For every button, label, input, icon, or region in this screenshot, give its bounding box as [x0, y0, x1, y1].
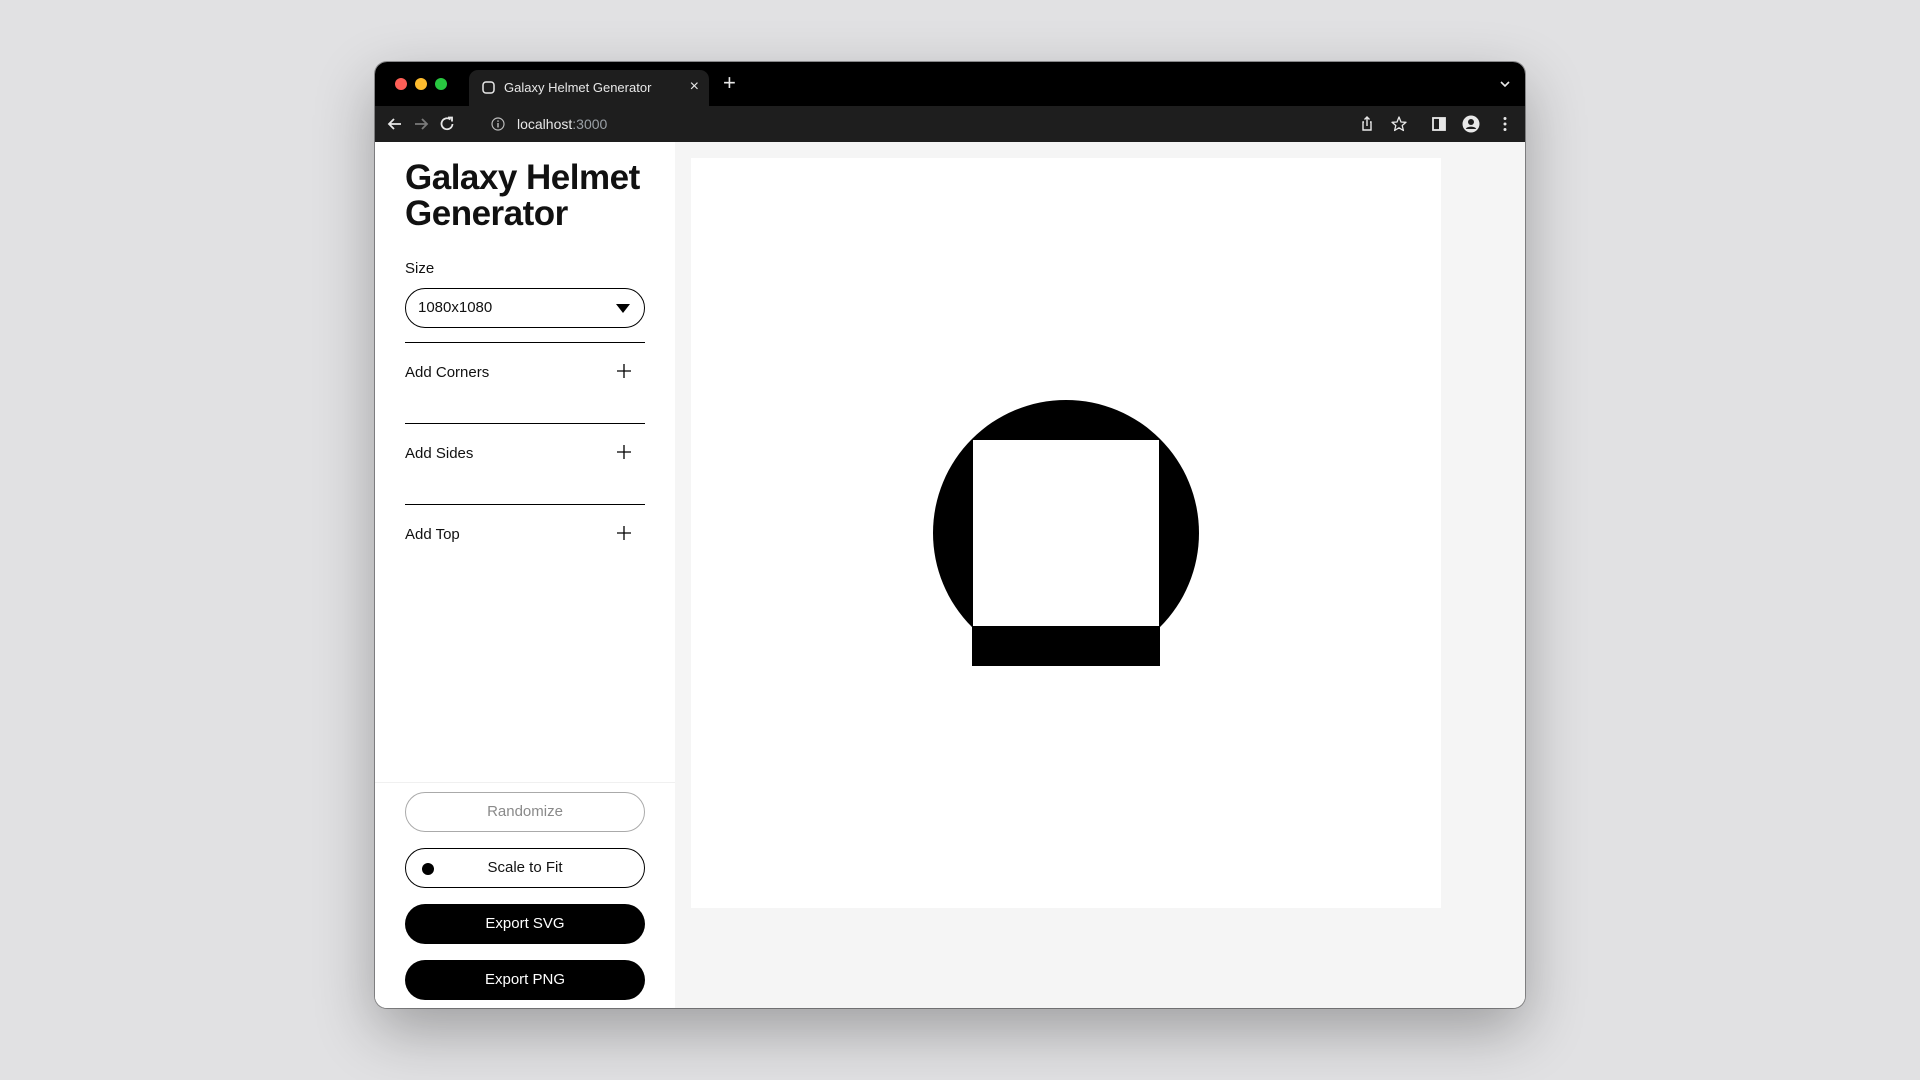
randomize-button[interactable]: Randomize — [405, 792, 645, 832]
add-top-label: Add Top — [405, 526, 460, 543]
helmet-preview — [933, 400, 1199, 666]
new-tab-button[interactable]: + — [723, 71, 736, 95]
add-corners-label: Add Corners — [405, 364, 490, 381]
share-icon[interactable] — [1357, 114, 1377, 134]
toggle-indicator — [422, 863, 434, 875]
star-icon[interactable] — [1389, 114, 1409, 134]
add-sides-label: Add Sides — [405, 445, 474, 462]
close-window-button[interactable] — [395, 78, 407, 90]
forward-arrow-icon[interactable] — [411, 114, 431, 134]
chevron-down-icon[interactable] — [1499, 78, 1511, 90]
add-sides-toggle[interactable]: Add Sides — [405, 423, 645, 483]
maximize-window-button[interactable] — [435, 78, 447, 90]
helmet-base — [972, 626, 1160, 666]
browser-toolbar: localhost:3000 — [375, 106, 1525, 142]
size-select[interactable]: 1080x1080 — [405, 288, 645, 328]
url-port: :3000 — [572, 116, 608, 132]
favicon-icon — [482, 81, 495, 94]
add-corners-toggle[interactable]: Add Corners — [405, 342, 645, 402]
scale-to-fit-toggle[interactable]: Scale to Fit — [405, 848, 645, 888]
address-bar[interactable]: localhost:3000 — [487, 111, 1357, 137]
plus-icon — [617, 445, 631, 459]
more-menu-icon[interactable] — [1495, 114, 1515, 134]
helmet-canvas[interactable] — [691, 158, 1441, 908]
size-label: Size — [405, 260, 435, 277]
close-tab-icon[interactable]: × — [690, 78, 699, 96]
back-arrow-icon[interactable] — [385, 114, 405, 134]
export-svg-button[interactable]: Export SVG — [405, 904, 645, 944]
sidebar: Galaxy Helmet Generator Size 1080x1080 A… — [375, 142, 675, 1008]
reload-icon[interactable] — [437, 114, 457, 134]
profile-icon[interactable] — [1461, 114, 1481, 134]
page-content: Galaxy Helmet Generator Size 1080x1080 A… — [375, 142, 1525, 1008]
side-panel-icon[interactable] — [1429, 114, 1449, 134]
divider — [375, 782, 675, 783]
plus-icon — [617, 526, 631, 540]
plus-icon — [617, 364, 631, 378]
tab-strip: Galaxy Helmet Generator × + — [375, 62, 1525, 106]
url-text[interactable]: localhost:3000 — [517, 116, 607, 132]
browser-tab[interactable]: Galaxy Helmet Generator × — [469, 70, 709, 106]
info-icon[interactable] — [491, 117, 505, 131]
caret-down-icon — [616, 304, 630, 313]
export-png-button[interactable]: Export PNG — [405, 960, 645, 1000]
minimize-window-button[interactable] — [415, 78, 427, 90]
size-selected-value: 1080x1080 — [418, 299, 493, 316]
browser-window: Galaxy Helmet Generator × + localhost:30… — [375, 62, 1525, 1008]
scale-to-fit-label: Scale to Fit — [487, 859, 563, 876]
add-top-toggle[interactable]: Add Top — [405, 504, 645, 564]
page-title: Galaxy Helmet Generator — [405, 158, 640, 233]
tab-title: Galaxy Helmet Generator — [504, 80, 652, 95]
helmet-visor — [973, 440, 1159, 626]
url-host: localhost — [517, 116, 573, 132]
